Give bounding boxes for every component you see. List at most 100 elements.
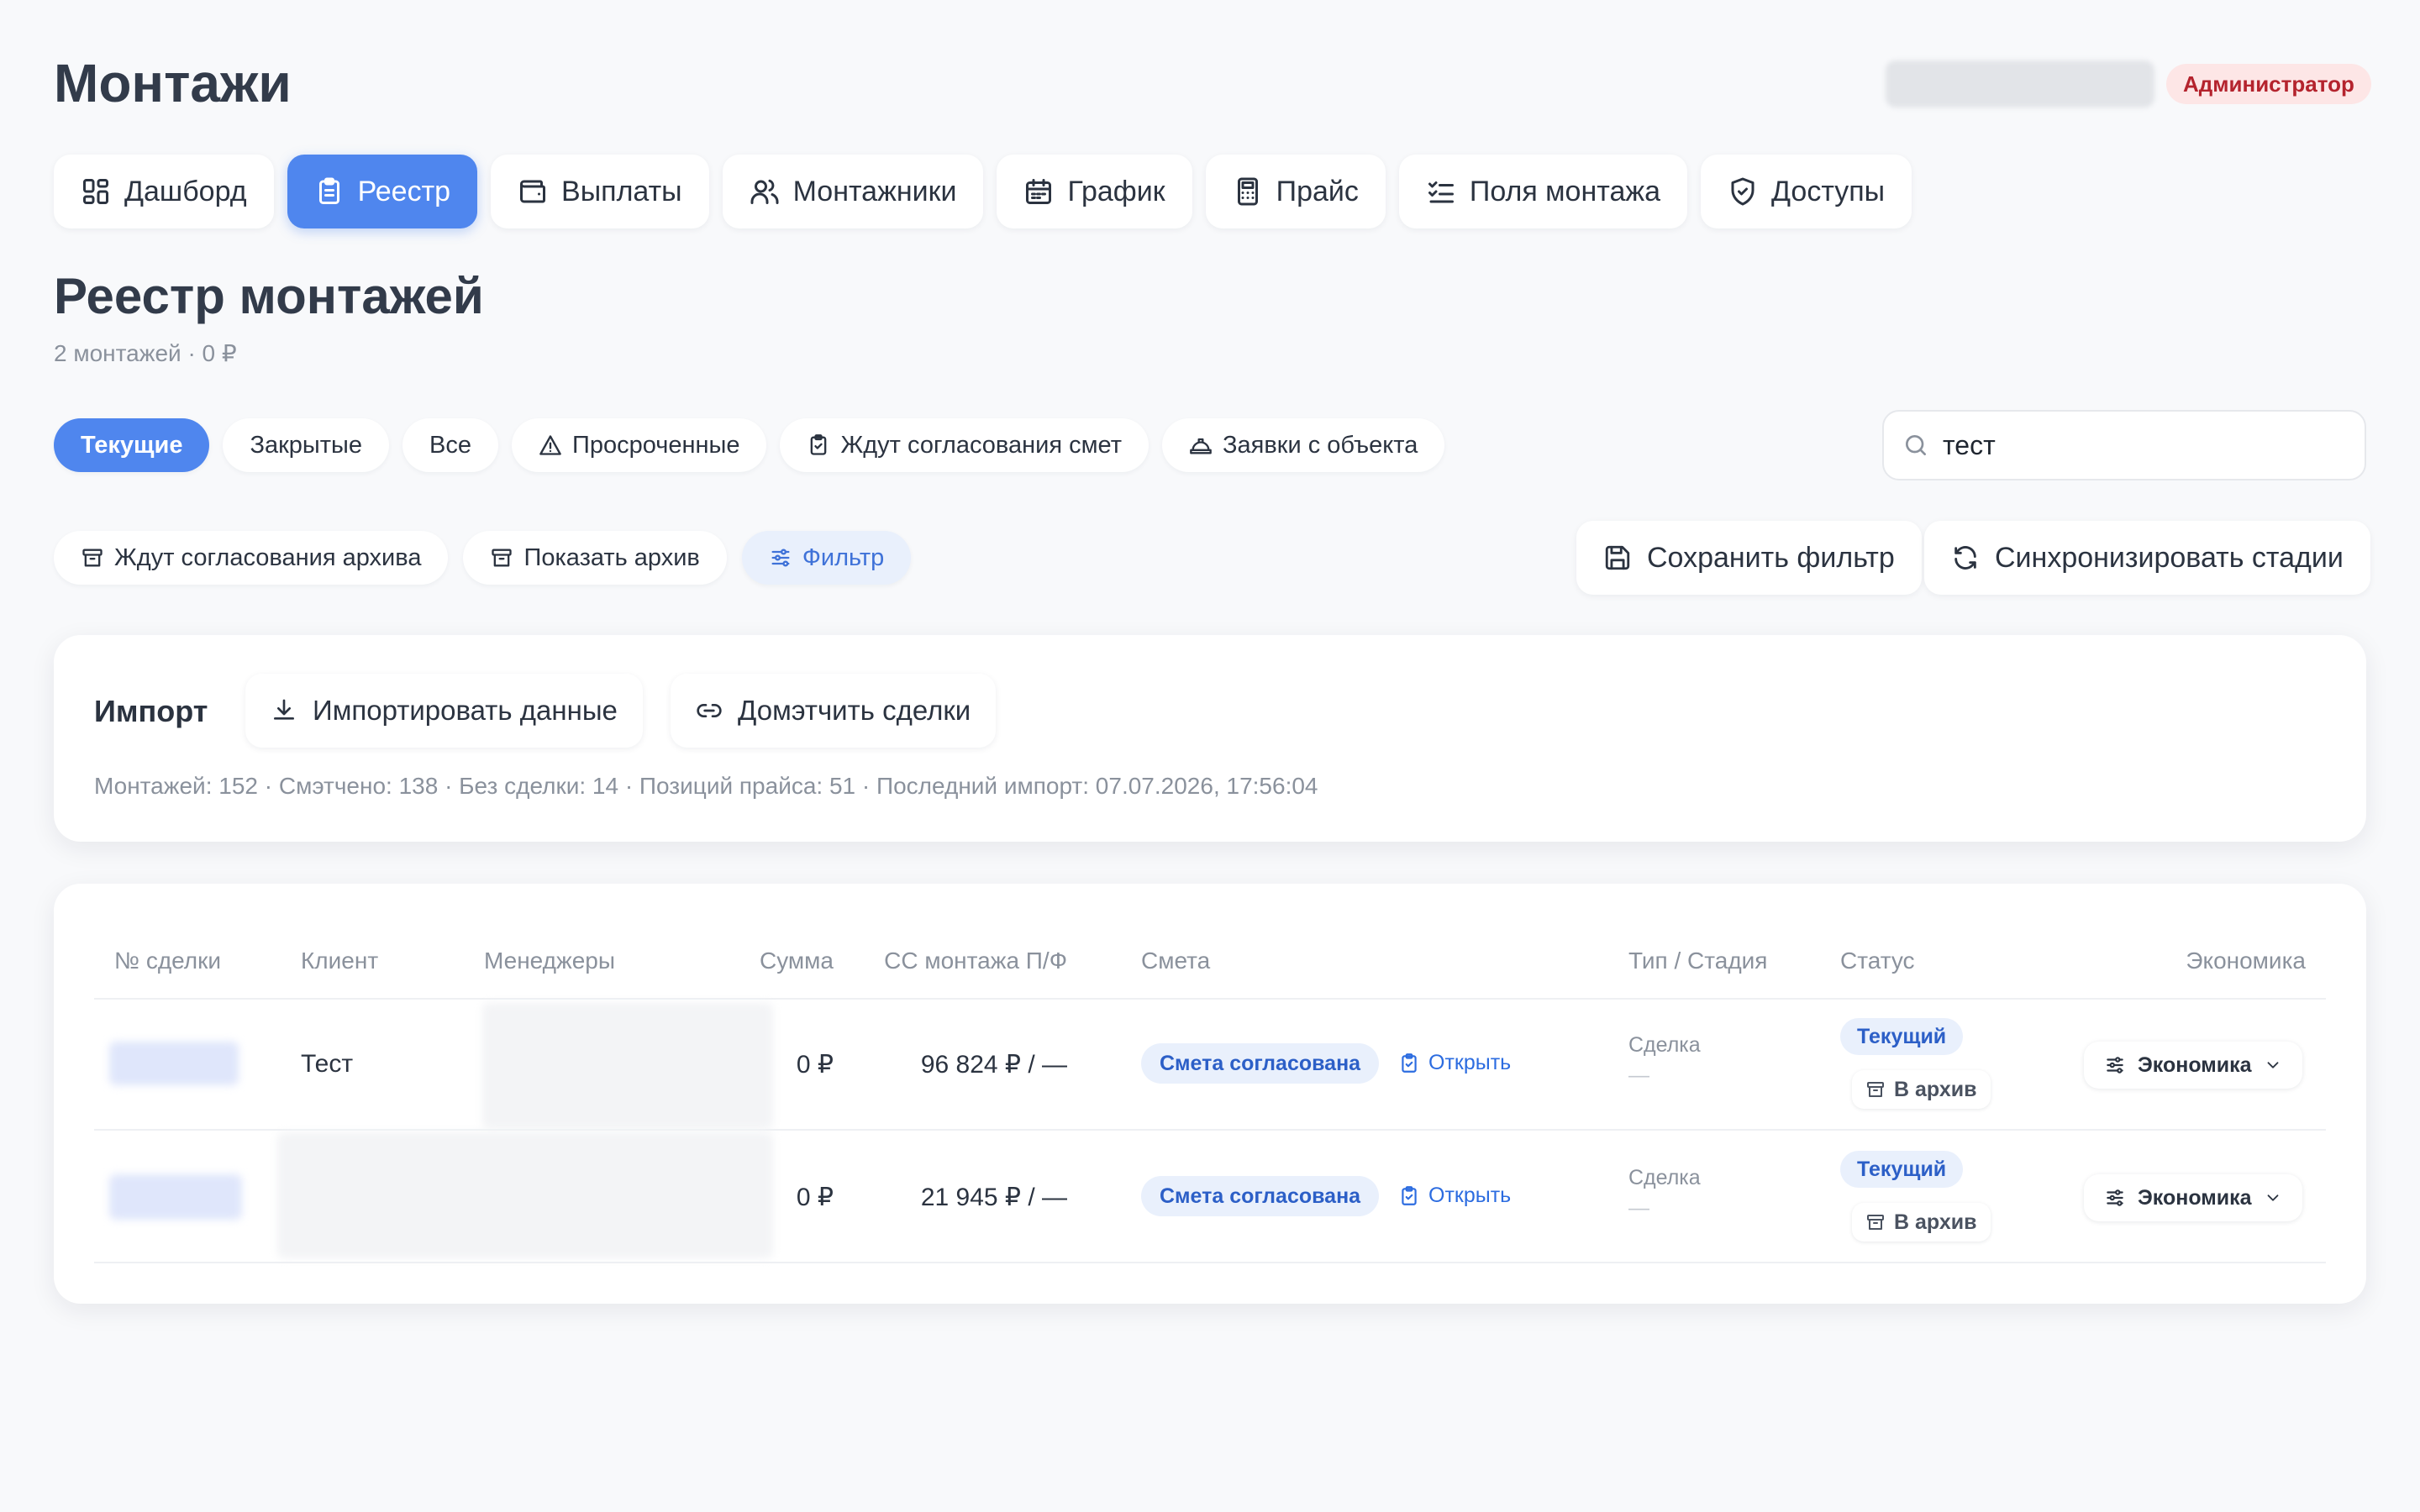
cost-cell: 96 824 ₽ / —	[920, 1051, 1067, 1079]
column-header-managers[interactable]: Менеджеры	[484, 948, 615, 974]
tab-registry[interactable]: Реестр	[287, 155, 478, 228]
economy-dropdown[interactable]: Экономика	[2084, 1174, 2302, 1221]
list-check-icon	[1426, 176, 1456, 207]
stage-label: —	[1628, 1063, 1649, 1087]
chip-site-requests[interactable]: Заявки с объекта	[1162, 418, 1445, 472]
tab-payments[interactable]: Выплаты	[491, 155, 709, 228]
chip-label: Показать архив	[523, 543, 700, 571]
chip-label: Ждут согласования архива	[114, 543, 422, 571]
column-header-client[interactable]: Клиент	[301, 948, 378, 974]
search-box[interactable]	[1882, 410, 2366, 480]
sum-cell: 0 ₽	[796, 1184, 834, 1211]
button-label: В архив	[1894, 1210, 1977, 1234]
users-icon	[750, 176, 780, 207]
tab-access[interactable]: Доступы	[1701, 155, 1912, 228]
chip-awaiting-archive[interactable]: Ждут согласования архива	[54, 531, 449, 585]
button-label: Импортировать данные	[313, 695, 618, 726]
row-divider	[94, 1129, 2326, 1131]
clipboard-check-icon	[1398, 1185, 1420, 1207]
link-icon	[696, 697, 723, 724]
button-label: В архив	[1894, 1077, 1977, 1101]
app-title: Монтажи	[54, 53, 292, 113]
status-badge: Текущий	[1840, 1018, 1964, 1055]
button-label: Домэтчить сделки	[738, 695, 971, 726]
type-label: Сделка	[1628, 1033, 1701, 1057]
link-label: Открыть	[1428, 1184, 1512, 1207]
column-header-sum[interactable]: Сумма	[709, 948, 834, 974]
import-stats: Монтажей: 152 · Смэтчено: 138 · Без сдел…	[94, 773, 1318, 799]
tab-label: Реестр	[357, 175, 451, 207]
search-icon	[1902, 432, 1929, 459]
button-label: Синхронизировать стадии	[1995, 541, 2344, 574]
match-deals-button[interactable]: Домэтчить сделки	[671, 674, 997, 748]
tab-install-fields[interactable]: Поля монтажа	[1398, 155, 1687, 228]
role-badge: Администратор	[2166, 64, 2371, 104]
save-filter-button[interactable]: Сохранить фильтр	[1576, 521, 1922, 595]
chip-label: Ждут согласования смет	[840, 431, 1122, 459]
import-data-button[interactable]: Импортировать данные	[245, 674, 643, 748]
chip-label: Закрытые	[250, 431, 363, 459]
archive-button[interactable]: В архив	[1852, 1070, 1991, 1109]
chip-closed[interactable]: Закрытые	[223, 418, 390, 472]
type-label: Сделка	[1628, 1166, 1701, 1189]
tab-schedule[interactable]: График	[997, 155, 1192, 228]
archive-icon	[490, 546, 513, 570]
tab-label: Прайс	[1276, 175, 1359, 207]
chip-show-archive[interactable]: Показать архив	[463, 531, 727, 585]
economy-dropdown[interactable]: Экономика	[2084, 1042, 2302, 1089]
sliders-icon	[2104, 1054, 2126, 1076]
chip-label: Фильтр	[802, 543, 885, 571]
clipboard-check-icon	[807, 433, 830, 457]
tab-label: График	[1067, 175, 1165, 207]
tab-label: Доступы	[1771, 175, 1886, 207]
tab-label: Выплаты	[561, 175, 682, 207]
chip-current[interactable]: Текущие	[54, 418, 210, 472]
column-header-estimate[interactable]: Смета	[1141, 948, 1210, 974]
client-managers-blurred	[277, 1132, 773, 1258]
open-estimate-link[interactable]: Открыть	[1398, 1184, 1511, 1208]
tab-price[interactable]: Прайс	[1205, 155, 1386, 228]
filter-chips-primary: Текущие Закрытые Все Просроченные Ждут с…	[54, 418, 1445, 472]
shield-icon	[1728, 176, 1758, 207]
chevron-down-icon	[2264, 1056, 2282, 1074]
column-header-deal[interactable]: № сделки	[114, 948, 221, 974]
clipboard-check-icon	[1398, 1053, 1420, 1074]
import-card: Импорт Импортировать данные Домэтчить сд…	[54, 635, 2366, 842]
deal-number-blurred[interactable]	[109, 1174, 242, 1220]
deal-number-blurred[interactable]	[109, 1042, 239, 1085]
tab-installers[interactable]: Монтажники	[722, 155, 984, 228]
column-header-type-stage[interactable]: Тип / Стадия	[1628, 948, 1767, 974]
helmet-icon	[1189, 433, 1213, 457]
chevron-down-icon	[2264, 1189, 2282, 1207]
download-icon	[271, 697, 297, 724]
tab-dashboard[interactable]: Дашборд	[54, 155, 274, 228]
archive-icon	[81, 546, 104, 570]
column-header-cost[interactable]: СС монтажа П/Ф	[860, 948, 1067, 974]
chip-awaiting-estimate[interactable]: Ждут согласования смет	[780, 418, 1149, 472]
chip-label: Все	[429, 431, 472, 459]
column-header-economy[interactable]: Экономика	[2104, 948, 2306, 974]
tab-label: Монтажники	[792, 175, 957, 207]
row-divider	[94, 998, 2326, 1000]
tab-label: Поля монтажа	[1469, 175, 1660, 207]
column-header-status[interactable]: Статус	[1840, 948, 1915, 974]
sync-stages-button[interactable]: Синхронизировать стадии	[1924, 521, 2370, 595]
sliders-icon	[2104, 1187, 2126, 1209]
client-cell: Тест	[301, 1050, 354, 1078]
chip-overdue[interactable]: Просроченные	[512, 418, 767, 472]
open-estimate-link[interactable]: Открыть	[1398, 1051, 1511, 1075]
search-input[interactable]	[1943, 429, 2329, 461]
chip-filter[interactable]: Фильтр	[741, 531, 912, 585]
dashboard-icon	[81, 176, 111, 207]
chip-label: Просроченные	[572, 431, 740, 459]
page-subtitle: 2 монтажей · 0 ₽	[54, 340, 237, 366]
chip-all[interactable]: Все	[402, 418, 499, 472]
estimate-approved-badge: Смета согласована	[1141, 1176, 1380, 1216]
user-name-blurred[interactable]	[1886, 60, 2154, 108]
save-icon	[1603, 543, 1632, 572]
sum-cell: 0 ₽	[796, 1051, 834, 1079]
cost-cell: 21 945 ₽ / —	[920, 1184, 1067, 1211]
filter-chips-secondary: Ждут согласования архива Показать архив …	[54, 531, 912, 585]
archive-button[interactable]: В архив	[1852, 1203, 1991, 1242]
import-title: Импорт	[94, 694, 208, 728]
